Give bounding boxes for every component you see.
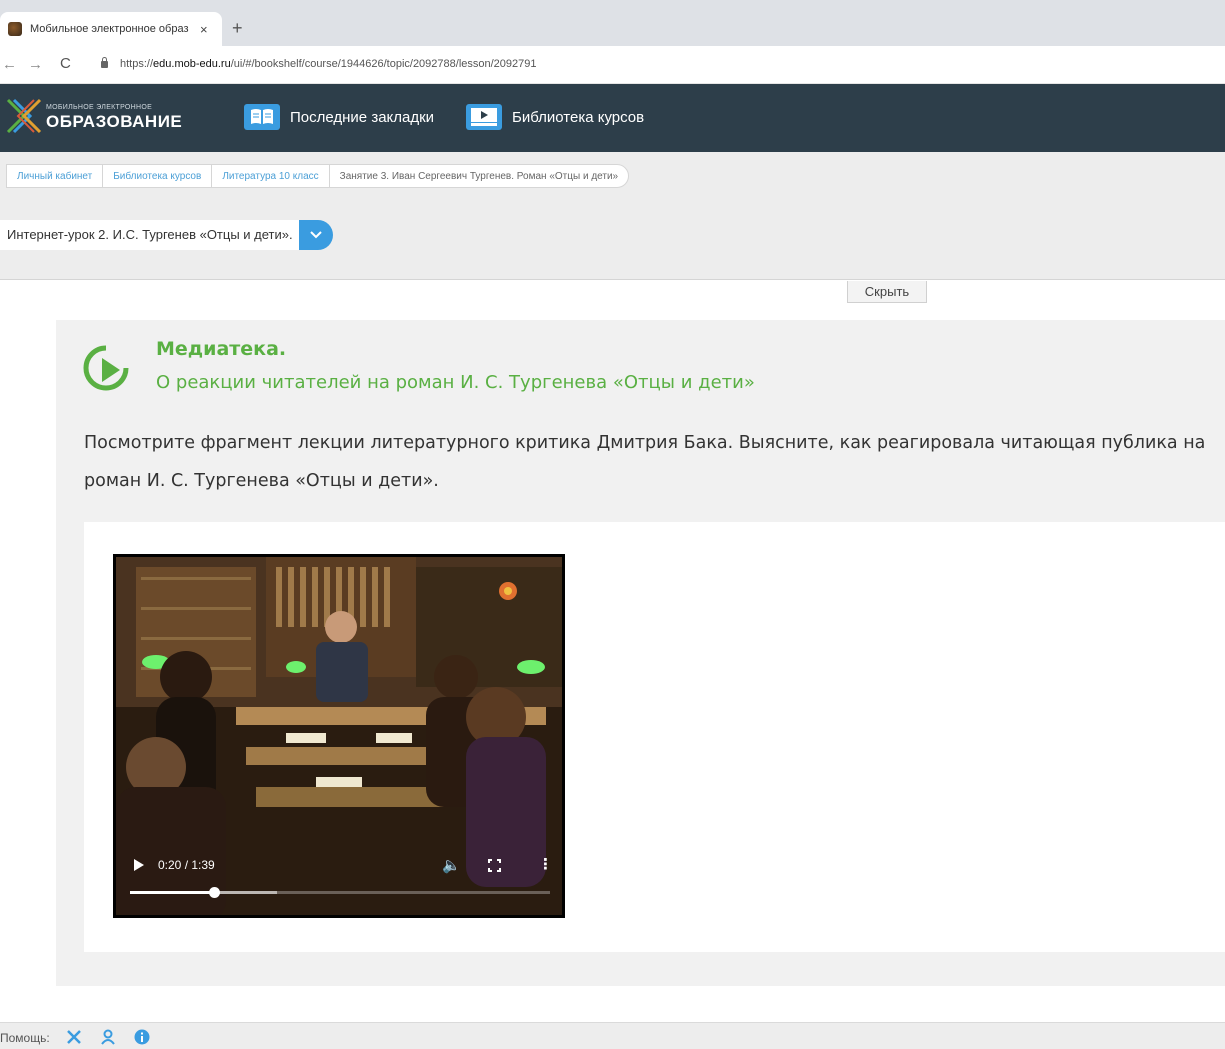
- lesson-select-value[interactable]: Интернет-урок 2. И.С. Тургенев «Отцы и д…: [0, 220, 299, 250]
- breadcrumb-bar: Личный кабинет Библиотека курсов Литерат…: [0, 152, 1225, 200]
- video-area: 0:20 / 1:39 🔈 ⋮: [84, 522, 1225, 952]
- breadcrumb-item[interactable]: Личный кабинет: [6, 164, 104, 188]
- forward-icon[interactable]: →: [28, 56, 43, 73]
- tools-icon[interactable]: [66, 1029, 82, 1045]
- lesson-bar: Интернет-урок 2. И.С. Тургенев «Отцы и д…: [0, 200, 1225, 280]
- nav-course-library-label: Библиотека курсов: [512, 108, 645, 126]
- logo-caption: МОБИЛЬНОЕ ЭЛЕКТРОННОЕ: [46, 104, 153, 111]
- url-field[interactable]: https://edu.mob-edu.ru/ui/#/bookshelf/co…: [120, 58, 537, 70]
- site-logo-icon[interactable]: [6, 96, 42, 136]
- video-progress-bar[interactable]: [130, 887, 550, 898]
- media-panel: Медиатека. О реакции читателей на роман …: [56, 320, 1225, 986]
- video-scrubber-handle[interactable]: [209, 887, 220, 898]
- media-subtitle: О реакции читателей на роман И. С. Турге…: [156, 372, 755, 393]
- tab-title: Мобильное электронное образ: [30, 23, 189, 35]
- video-controls: 0:20 / 1:39 🔈 ⋮: [116, 557, 562, 915]
- play-icon[interactable]: [134, 859, 144, 871]
- lock-icon[interactable]: [101, 57, 108, 68]
- logo-title[interactable]: ОБРАЗОВАНИЕ: [46, 112, 182, 132]
- user-icon[interactable]: [100, 1029, 116, 1045]
- site-favicon-icon: [8, 22, 22, 36]
- breadcrumb-current: Занятие 3. Иван Сергеевич Тургенев. Рома…: [328, 164, 630, 188]
- task-text: Посмотрите фрагмент лекции литературного…: [84, 433, 1206, 491]
- video-library-icon: [466, 104, 502, 130]
- video-player[interactable]: 0:20 / 1:39 🔈 ⋮: [113, 554, 565, 918]
- footer: Помощь:: [0, 1022, 1225, 1049]
- info-icon[interactable]: [134, 1029, 150, 1045]
- video-progress-fill: [130, 891, 214, 894]
- video-time: 0:20 / 1:39: [158, 858, 215, 872]
- media-title: Медиатека.: [156, 338, 287, 360]
- address-bar: ← → C https://edu.mob-edu.ru/ui/#/booksh…: [0, 46, 1225, 84]
- chevron-down-icon[interactable]: [298, 220, 333, 250]
- url-host: edu.mob-edu.ru: [153, 58, 231, 70]
- new-tab-icon[interactable]: +: [232, 18, 243, 39]
- site-header: МОБИЛЬНОЕ ЭЛЕКТРОННОЕ ОБРАЗОВАНИЕ Послед…: [0, 84, 1225, 152]
- breadcrumb: Личный кабинет Библиотека курсов Литерат…: [6, 164, 630, 188]
- url-path: /ui/#/bookshelf/course/1944626/topic/209…: [230, 58, 537, 70]
- browser-tabstrip: Мобильное электронное образ × +: [0, 0, 1225, 46]
- media-play-icon: [83, 345, 129, 391]
- url-scheme: https://: [120, 58, 154, 70]
- volume-icon[interactable]: 🔈: [442, 856, 461, 874]
- breadcrumb-item[interactable]: Библиотека курсов: [102, 164, 213, 188]
- browser-tab[interactable]: Мобильное электронное образ ×: [0, 12, 222, 46]
- tab-close-icon[interactable]: ×: [200, 22, 208, 37]
- reload-icon[interactable]: C: [60, 55, 71, 72]
- hide-button[interactable]: Скрыть: [847, 281, 927, 303]
- nav-bookmarks-label: Последние закладки: [290, 108, 435, 126]
- nav-course-library[interactable]: Библиотека курсов: [466, 104, 644, 130]
- nav-bookmarks[interactable]: Последние закладки: [244, 104, 434, 130]
- breadcrumb-item[interactable]: Литература 10 класс: [211, 164, 330, 188]
- help-label: Помощь:: [0, 1031, 50, 1045]
- more-options-icon[interactable]: ⋮: [538, 855, 553, 873]
- lesson-select[interactable]: Интернет-урок 2. И.С. Тургенев «Отцы и д…: [0, 220, 333, 250]
- fullscreen-icon[interactable]: [488, 859, 501, 872]
- book-icon: [244, 104, 280, 130]
- back-icon[interactable]: ←: [2, 56, 17, 73]
